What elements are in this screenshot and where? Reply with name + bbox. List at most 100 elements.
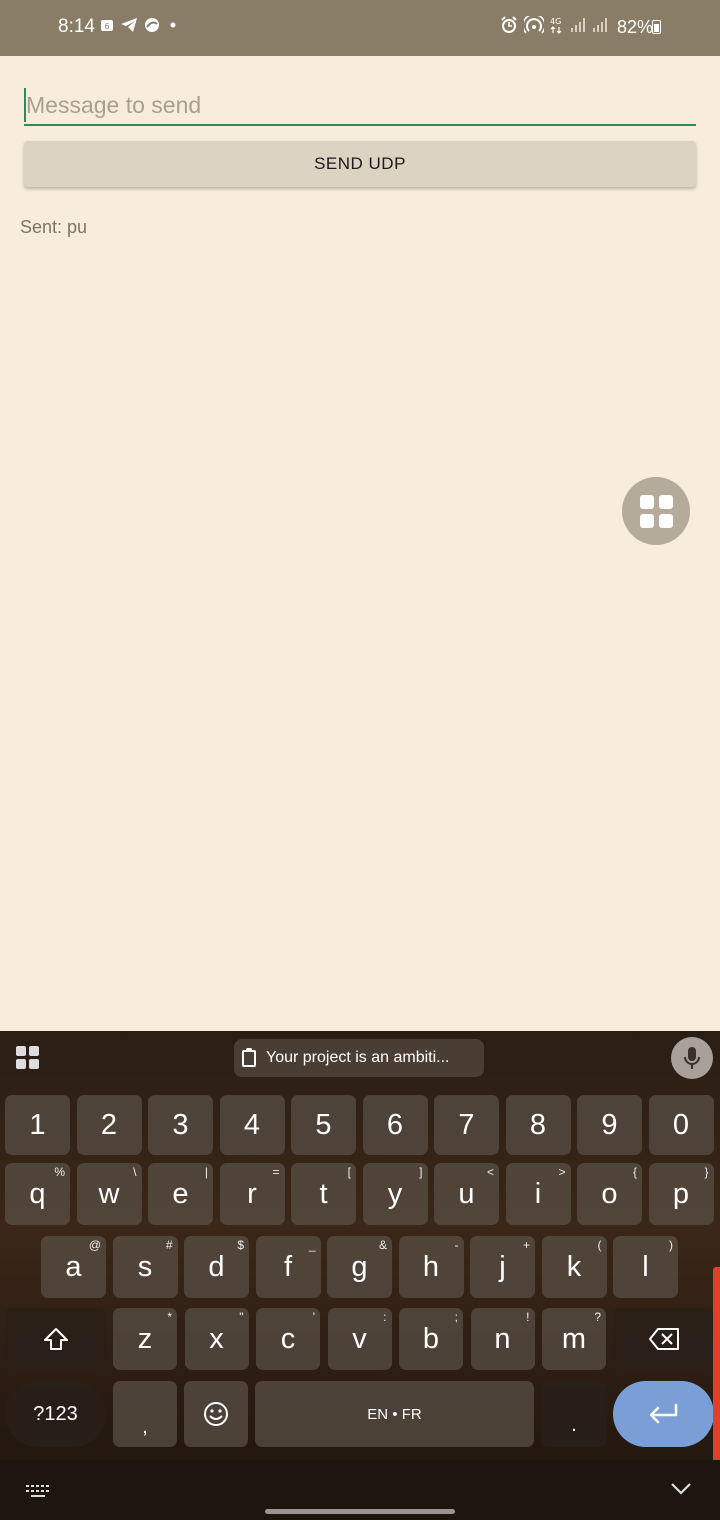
key-secondary-label: > — [558, 1165, 566, 1179]
svg-text:6: 6 — [104, 22, 109, 31]
key-secondary-label: @ — [88, 1238, 101, 1252]
key-secondary-label: [ — [347, 1165, 351, 1179]
svg-text:4G: 4G — [550, 17, 561, 26]
key-y[interactable]: y] — [362, 1163, 428, 1225]
key-a[interactable]: a @ — [41, 1236, 106, 1298]
key-m[interactable]: m? — [542, 1308, 606, 1370]
key-t[interactable]: t[ — [291, 1163, 356, 1225]
key-6[interactable]: 6 — [362, 1095, 428, 1155]
comma-key[interactable]: , — [113, 1381, 177, 1447]
key-secondary-label: < — [486, 1165, 494, 1179]
key-secondary-label: % — [54, 1165, 65, 1179]
key-q[interactable]: q% — [5, 1163, 70, 1225]
key-secondary-label: ] — [419, 1165, 423, 1179]
navigation-bar — [0, 1460, 720, 1520]
status-time: 8:14 — [58, 16, 95, 37]
key-5[interactable]: 5 — [291, 1095, 356, 1155]
alarm-icon — [501, 16, 517, 33]
key-secondary-label: ) — [669, 1238, 673, 1252]
key-k[interactable]: k( — [541, 1236, 607, 1298]
key-2[interactable]: 2 — [76, 1095, 142, 1155]
key-7[interactable]: 7 — [434, 1095, 499, 1155]
key-label: 7 — [458, 1108, 475, 1141]
key-4[interactable]: 4 — [219, 1095, 285, 1155]
key-f[interactable]: f _ — [255, 1236, 321, 1298]
dot-icon — [170, 22, 176, 28]
clipboard-icon — [242, 1047, 256, 1067]
key-c[interactable]: c ' — [256, 1308, 320, 1370]
4g-icon: 4G — [550, 17, 562, 34]
key-label: 6 — [386, 1108, 404, 1141]
key-label: e — [172, 1177, 189, 1210]
key-w[interactable]: w \ — [76, 1163, 142, 1225]
key-j[interactable]: j + — [470, 1236, 535, 1298]
key-secondary-label: ' — [312, 1310, 315, 1324]
keyboard-menu-icon[interactable] — [16, 1046, 39, 1069]
edge-panel-handle[interactable] — [713, 1267, 720, 1467]
key-l[interactable]: l) — [613, 1236, 678, 1298]
emoji-key[interactable] — [184, 1381, 248, 1447]
grid-cell — [639, 513, 654, 528]
message-input[interactable] — [24, 86, 696, 126]
key-secondary-label: ; — [454, 1310, 458, 1324]
symbols-key[interactable]: ?123 — [5, 1381, 106, 1447]
key-b[interactable]: b; — [399, 1308, 463, 1370]
key-label: j — [499, 1250, 506, 1283]
battery-icon — [652, 20, 661, 34]
key-d[interactable]: d $ — [184, 1236, 249, 1298]
enter-key[interactable] — [613, 1381, 714, 1447]
key-label: z — [137, 1322, 153, 1355]
key-secondary-label: " — [239, 1310, 244, 1324]
key-1[interactable]: 1 — [5, 1095, 70, 1155]
key-3[interactable]: 3 — [148, 1095, 213, 1155]
key-h[interactable]: h- — [398, 1236, 464, 1298]
status-left-icons: 6 — [100, 17, 180, 33]
key-9[interactable]: 9 — [577, 1095, 642, 1155]
key-0[interactable]: 0 — [648, 1095, 714, 1155]
chevron-down-icon[interactable] — [670, 1482, 692, 1496]
key-r[interactable]: r = — [219, 1163, 285, 1225]
key-v[interactable]: v: — [327, 1308, 392, 1370]
key-secondary-label: = — [272, 1165, 280, 1179]
key-8[interactable]: 8 — [505, 1095, 571, 1155]
comma-label: , — [142, 1416, 148, 1438]
enter-icon — [649, 1403, 677, 1424]
key-label: u — [458, 1177, 475, 1210]
signal-icon — [593, 18, 607, 32]
key-label: 2 — [100, 1108, 118, 1141]
key-label: k — [566, 1250, 582, 1283]
keyboard-switch-icon[interactable] — [26, 1484, 52, 1500]
key-u[interactable]: u < — [434, 1163, 499, 1225]
emoji-icon — [204, 1402, 228, 1426]
space-key[interactable]: EN • FR — [255, 1381, 534, 1447]
key-s[interactable]: s # — [112, 1236, 178, 1298]
key-g[interactable]: g & — [327, 1236, 392, 1298]
backspace-key[interactable] — [613, 1308, 714, 1370]
send-udp-button[interactable]: SEND UDP — [24, 141, 696, 187]
key-label: 8 — [529, 1108, 547, 1141]
key-label: w — [98, 1177, 120, 1210]
grid-cell — [658, 513, 673, 528]
key-i[interactable]: i > — [505, 1163, 571, 1225]
key-label: b — [422, 1322, 440, 1355]
key-e[interactable]: e | — [148, 1163, 213, 1225]
grid-cell — [658, 494, 673, 509]
status-bar: 8:14 6 4G 82% — [0, 0, 720, 56]
key-o[interactable]: o{ — [577, 1163, 642, 1225]
key-n[interactable]: n! — [470, 1308, 535, 1370]
key-z[interactable]: z * — [113, 1308, 177, 1370]
key-secondary-label: : — [383, 1310, 387, 1324]
period-key[interactable]: . — [541, 1381, 607, 1447]
key-x[interactable]: x " — [184, 1308, 249, 1370]
floating-apps-button[interactable] — [622, 477, 690, 545]
key-secondary-label: # — [165, 1238, 173, 1252]
key-label: a — [65, 1250, 82, 1283]
mic-button[interactable] — [671, 1037, 713, 1079]
shift-key[interactable] — [5, 1308, 106, 1370]
key-p[interactable]: p} — [648, 1163, 714, 1225]
clipboard-suggestion-chip[interactable]: Your project is an ambiti... — [234, 1039, 484, 1077]
hotspot-icon — [524, 16, 544, 34]
key-label: q — [29, 1177, 46, 1210]
home-gesture-handle[interactable] — [265, 1509, 455, 1514]
key-secondary-label: * — [167, 1310, 172, 1324]
